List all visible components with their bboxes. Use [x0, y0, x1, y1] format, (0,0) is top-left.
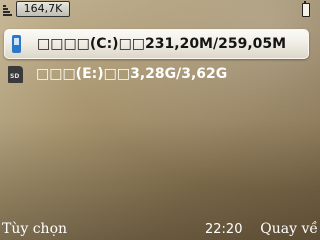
phone-memory-icon — [9, 34, 25, 54]
options-softkey[interactable]: Tùy chọn — [2, 221, 67, 237]
status-bar: 164,7K — [0, 0, 320, 18]
drive-item-phone-memory[interactable]: □□□□(C:)□□231,20M/259,05M — [4, 29, 309, 59]
free-memory-indicator: 164,7K — [16, 1, 70, 17]
drive-label: □□□□(C:)□□231,20M/259,05M — [37, 36, 287, 52]
battery-icon — [302, 1, 310, 17]
drive-item-memory-card[interactable]: SD □□□(E:)□□3,28G/3,62G — [4, 59, 309, 89]
clock: 22:20 — [205, 222, 243, 237]
signal-strength-icon — [3, 2, 13, 16]
softkey-bar: Tùy chọn 22:20 Quay về — [0, 220, 320, 240]
back-softkey[interactable]: Quay về — [260, 221, 318, 237]
drive-label: □□□(E:)□□3,28G/3,62G — [36, 66, 228, 82]
memory-card-icon: SD — [8, 64, 24, 84]
drive-list: □□□□(C:)□□231,20M/259,05M SD □□□(E:)□□3,… — [4, 29, 309, 89]
scrollbar[interactable] — [311, 26, 317, 216]
